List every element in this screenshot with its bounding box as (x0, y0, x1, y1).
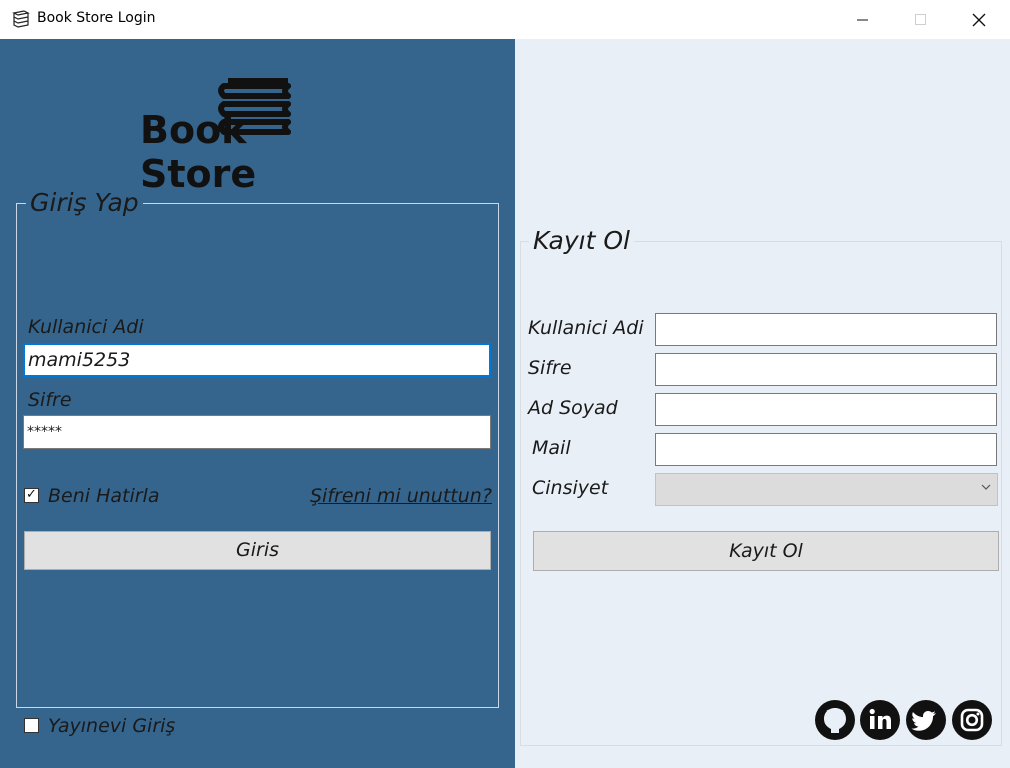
maximize-icon (915, 13, 926, 25)
remember-checkbox[interactable]: ✓ (24, 487, 39, 503)
publisher-checkbox[interactable] (24, 718, 39, 733)
instagram-icon[interactable] (951, 699, 993, 741)
forgot-password-link[interactable]: Şifreni mi unuttun? (310, 485, 492, 507)
reg-gender-label: Cinsiyet (532, 477, 609, 499)
chevron-down-icon (981, 484, 991, 490)
publisher-label: Yayınevi Giriş (48, 715, 176, 737)
register-legend: Kayıt Ol (529, 226, 634, 255)
reg-password-label: Sifre (528, 357, 572, 379)
gender-select[interactable] (655, 473, 998, 506)
username-input[interactable]: mami5253 (23, 343, 491, 377)
linkedin-icon[interactable] (859, 699, 901, 741)
reg-mail-label: Mail (532, 437, 571, 459)
reg-password-input[interactable] (655, 353, 997, 386)
maximize-button[interactable] (892, 0, 950, 39)
reg-fullname-input[interactable] (655, 393, 997, 426)
reg-fullname-label: Ad Soyad (528, 397, 618, 419)
remember-label: Beni Hatirla (48, 485, 160, 507)
close-icon (972, 13, 986, 26)
close-button[interactable] (950, 0, 1008, 39)
logo-text: Book Store (140, 108, 257, 196)
minimize-icon (857, 19, 868, 20)
login-button[interactable]: Giris (24, 531, 491, 570)
reg-username-label: Kullanici Adi (528, 317, 644, 339)
username-label: Kullanici Adi (28, 316, 144, 338)
login-legend: Giriş Yap (26, 188, 143, 217)
register-button[interactable]: Kayıt Ol (533, 531, 999, 571)
twitter-icon[interactable] (905, 699, 947, 741)
password-label: Sifre (28, 389, 72, 411)
minimize-button[interactable] (834, 0, 892, 39)
title-bar: Book Store Login (0, 0, 1010, 39)
reg-username-input[interactable] (655, 313, 997, 346)
window-title: Book Store Login (37, 10, 156, 26)
check-icon: ✓ (26, 487, 37, 502)
login-groupbox (16, 203, 499, 708)
reg-mail-input[interactable] (655, 433, 997, 466)
books-icon (12, 10, 30, 28)
github-icon[interactable] (814, 699, 856, 741)
password-input[interactable]: ***** (23, 415, 491, 449)
